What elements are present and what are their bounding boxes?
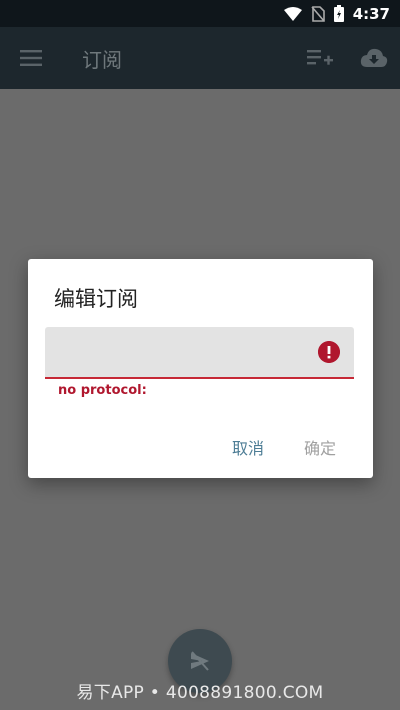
app-bar: 订阅	[0, 27, 400, 89]
cloud-download-icon[interactable]	[360, 47, 388, 69]
subscription-url-input[interactable]	[45, 327, 315, 377]
dialog-title: 编辑订阅	[54, 287, 138, 311]
cancel-button[interactable]: 取消	[226, 429, 270, 465]
send-off-icon	[191, 651, 209, 671]
watermark: 易下APP • 4008891800.COM	[76, 683, 324, 703]
page-title: 订阅	[82, 48, 122, 72]
battery-icon	[333, 5, 344, 22]
confirm-button[interactable]: 确定	[298, 429, 342, 465]
error-icon	[318, 341, 340, 363]
subscription-url-field[interactable]	[45, 327, 354, 379]
no-sim-icon	[311, 5, 325, 22]
edit-subscription-dialog: 编辑订阅 no protocol: 取消 确定	[28, 259, 373, 478]
playlist-add-icon[interactable]	[307, 47, 333, 69]
wifi-icon	[283, 6, 302, 21]
status-icons: 4:37	[283, 0, 390, 27]
error-message: no protocol:	[58, 383, 147, 398]
menu-icon[interactable]	[20, 49, 42, 67]
status-time: 4:37	[352, 4, 390, 23]
status-bar: 4:37	[0, 0, 400, 27]
